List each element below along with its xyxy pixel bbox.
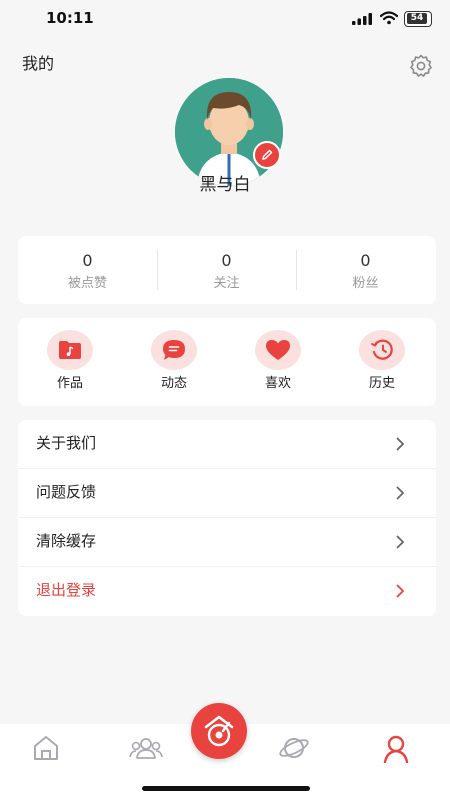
menu-item-feedback[interactable]: 问题反馈 bbox=[18, 469, 436, 518]
status-bar: 10:11 54 bbox=[0, 0, 450, 40]
pencil-icon[interactable] bbox=[253, 141, 281, 169]
page-title: 我的 bbox=[22, 54, 55, 73]
stats-card: 0 被点赞 0 关注 0 粉丝 bbox=[18, 236, 436, 304]
cellular-signal-icon bbox=[352, 13, 372, 25]
history-clock-icon bbox=[359, 330, 405, 370]
action-label: 历史 bbox=[368, 376, 395, 391]
friends-icon[interactable] bbox=[128, 733, 164, 763]
gear-icon[interactable] bbox=[408, 53, 434, 79]
action-history[interactable]: 历史 bbox=[330, 318, 434, 406]
menu-item-clear-cache[interactable]: 清除缓存 bbox=[18, 518, 436, 567]
stat-value: 0 bbox=[221, 251, 232, 270]
stat-label: 被点赞 bbox=[67, 276, 107, 291]
stat-value: 0 bbox=[82, 251, 93, 270]
stat-label: 关注 bbox=[213, 276, 240, 291]
action-label: 动态 bbox=[160, 376, 187, 391]
battery-icon: 54 bbox=[404, 11, 432, 27]
battery-level: 54 bbox=[407, 13, 427, 24]
wifi-icon bbox=[380, 11, 398, 25]
menu-item-label: 问题反馈 bbox=[36, 483, 97, 501]
menu-item-label: 清除缓存 bbox=[36, 532, 97, 550]
chevron-right-icon bbox=[396, 437, 405, 451]
home-indicator bbox=[142, 786, 310, 791]
stat-following[interactable]: 0 关注 bbox=[157, 236, 296, 304]
status-time: 10:11 bbox=[46, 9, 94, 27]
settings-menu: 关于我们 问题反馈 清除缓存 退出登录 bbox=[18, 420, 436, 616]
stat-value: 0 bbox=[360, 251, 371, 270]
stat-label: 粉丝 bbox=[352, 276, 379, 291]
action-posts[interactable]: 动态 bbox=[122, 318, 226, 406]
center-record-icon[interactable] bbox=[191, 703, 247, 759]
chat-bubble-icon bbox=[151, 330, 197, 370]
planet-icon[interactable] bbox=[278, 733, 310, 763]
stat-followers[interactable]: 0 粉丝 bbox=[296, 236, 435, 304]
profile-icon[interactable] bbox=[380, 733, 412, 763]
heart-icon bbox=[255, 330, 301, 370]
stat-likes[interactable]: 0 被点赞 bbox=[18, 236, 157, 304]
quick-actions-card: 作品 动态 喜欢 历史 bbox=[18, 318, 436, 406]
chevron-right-icon bbox=[396, 535, 405, 549]
menu-item-label: 退出登录 bbox=[36, 581, 97, 599]
action-works[interactable]: 作品 bbox=[18, 318, 122, 406]
action-label: 喜欢 bbox=[264, 376, 291, 391]
chevron-right-icon bbox=[396, 486, 405, 500]
chevron-right-icon bbox=[396, 584, 405, 598]
username: 黑与白 bbox=[199, 175, 251, 195]
menu-item-about[interactable]: 关于我们 bbox=[18, 420, 436, 469]
action-likes[interactable]: 喜欢 bbox=[226, 318, 330, 406]
music-folder-icon bbox=[47, 330, 93, 370]
home-icon[interactable] bbox=[30, 733, 62, 763]
menu-item-logout[interactable]: 退出登录 bbox=[18, 567, 436, 616]
menu-item-label: 关于我们 bbox=[36, 434, 97, 452]
action-label: 作品 bbox=[56, 376, 83, 391]
